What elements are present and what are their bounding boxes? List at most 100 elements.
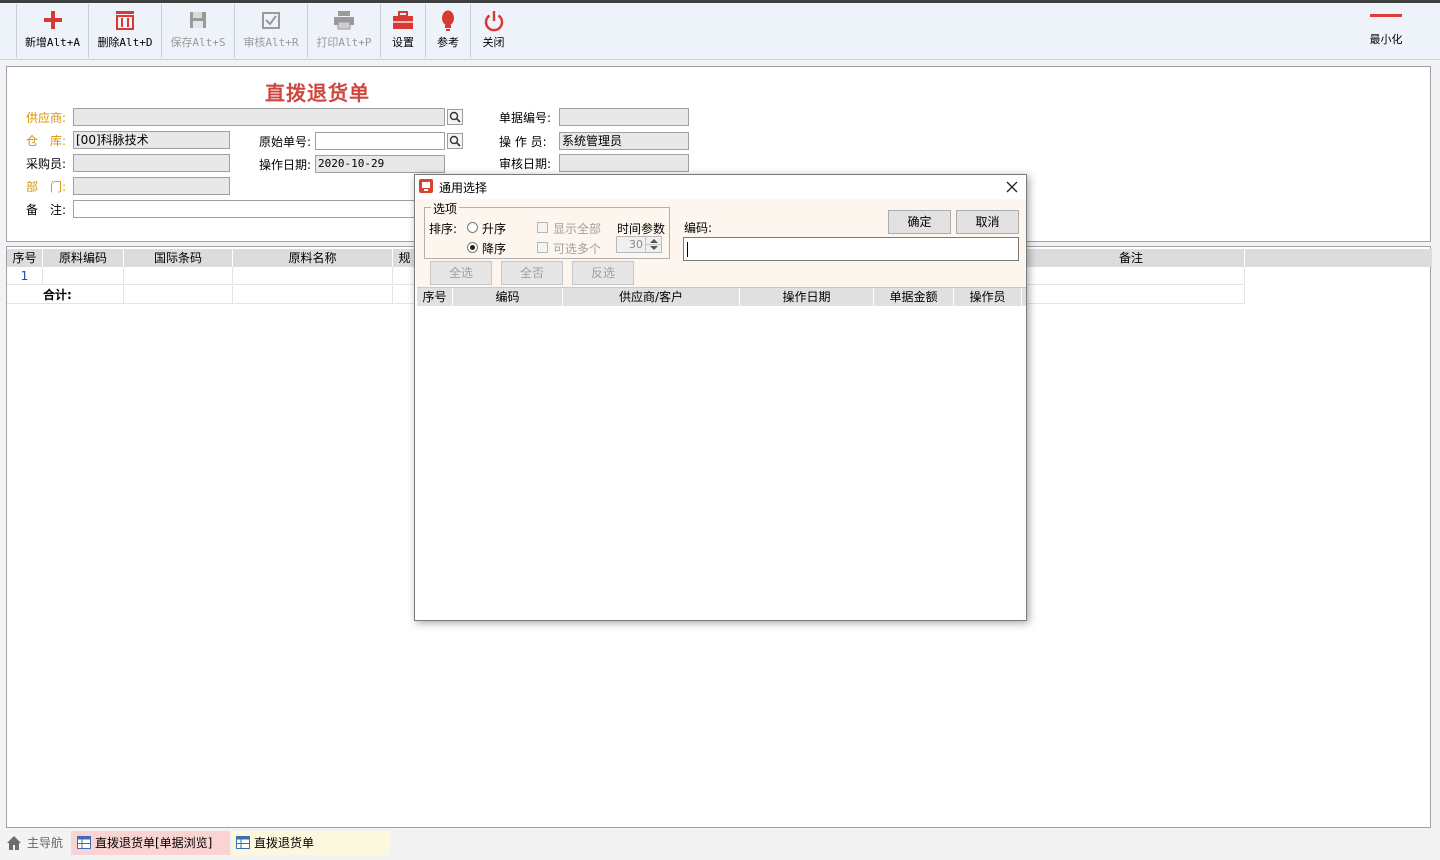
add-button[interactable]: 新增Alt+A	[17, 4, 89, 58]
toolbox-icon	[381, 4, 425, 30]
add-button-label: 新增Alt+A	[24, 36, 81, 49]
approve-button[interactable]: 审核Alt+R	[235, 4, 308, 58]
tab-main-nav[interactable]: 主导航	[4, 831, 70, 855]
dialog-col-operator[interactable]: 操作员	[954, 288, 1022, 306]
dialog-col-code[interactable]: 编码	[453, 288, 563, 306]
total-cell	[124, 286, 233, 304]
tab-main-nav-label: 主导航	[27, 836, 64, 850]
show-all-label: 显示全部	[553, 222, 602, 236]
select-none-button[interactable]: 全否	[501, 261, 563, 285]
print-icon	[308, 4, 380, 30]
dialog-col-amount[interactable]: 单据金额	[874, 288, 954, 306]
supplier-search-icon[interactable]	[447, 109, 463, 125]
supplier-field[interactable]	[73, 108, 445, 126]
select-all-button[interactable]: 全选	[430, 261, 492, 285]
grid-col-barcode[interactable]: 国际条码	[124, 249, 233, 267]
general-select-dialog: 通用选择 选项 排序: 升序 降序 显示全部 可选多个 时间参数 30 编码: …	[414, 174, 1027, 621]
time-param-label: 时间参数	[617, 222, 666, 236]
close-button[interactable]: 关闭	[471, 4, 516, 58]
bulb-icon	[426, 4, 470, 31]
delete-button[interactable]: 删除Alt+D	[89, 4, 162, 58]
audit-date-label: 审核日期:	[499, 157, 552, 171]
code-label: 编码:	[684, 221, 713, 235]
sort-desc-radio[interactable]	[467, 242, 478, 253]
close-icon[interactable]	[1006, 181, 1018, 193]
warehouse-field[interactable]: [00]科脉技术	[73, 131, 230, 149]
dialog-title-bar[interactable]: 通用选择	[415, 175, 1026, 199]
save-button[interactable]: 保存Alt+S	[162, 4, 235, 58]
tab-doc-browse-label: 直拨退货单[单据浏览]	[95, 836, 213, 850]
remark-label: 备 注:	[26, 203, 67, 217]
plus-icon	[17, 4, 88, 30]
grid-col-remark[interactable]: 备注	[1017, 249, 1245, 267]
cell-barcode[interactable]	[124, 267, 233, 285]
grid-col-index[interactable]: 序号	[7, 249, 43, 267]
dialog-grid-header: 序号 编码 供应商/客户 操作日期 单据金额 操作员	[417, 288, 1026, 306]
app-icon	[419, 179, 433, 193]
buyer-field[interactable]	[73, 154, 230, 172]
text-caret	[687, 242, 688, 257]
cancel-button[interactable]: 取消	[956, 210, 1019, 234]
grid-col-material-name[interactable]: 原料名称	[233, 249, 393, 267]
department-field[interactable]	[73, 177, 230, 195]
supplier-label: 供应商:	[26, 111, 67, 125]
remark-field[interactable]	[73, 200, 415, 218]
save-icon	[162, 4, 234, 30]
options-legend: 选项	[431, 200, 460, 217]
multi-select-checkbox[interactable]	[537, 242, 548, 253]
dialog-col-supplier[interactable]: 供应商/客户	[563, 288, 740, 306]
settings-button[interactable]: 设置	[381, 4, 426, 58]
stepper-arrows-icon[interactable]	[645, 237, 662, 252]
save-button-label: 保存Alt+S	[170, 36, 226, 49]
sort-desc-label[interactable]: 降序	[482, 240, 506, 257]
time-param-stepper[interactable]: 30	[616, 236, 662, 253]
original-no-label: 原始单号:	[259, 135, 312, 149]
total-cell	[233, 286, 393, 304]
tab-current-doc[interactable]: 直拨退货单	[232, 831, 390, 855]
dialog-col-op-date[interactable]: 操作日期	[740, 288, 874, 306]
operator-field[interactable]: 系统管理员	[559, 132, 689, 150]
tab-doc-browse[interactable]: 直拨退货单[单据浏览]	[71, 831, 230, 855]
cell-material-name[interactable]	[233, 267, 393, 285]
doc-no-field[interactable]	[559, 108, 689, 126]
invert-selection-button[interactable]: 反选	[572, 261, 634, 285]
operator-label: 操 作 员:	[499, 135, 547, 149]
trash-icon	[89, 4, 161, 30]
dialog-title: 通用选择	[439, 181, 488, 195]
original-no-field[interactable]	[315, 132, 445, 150]
sort-asc-label[interactable]: 升序	[482, 220, 506, 237]
power-icon	[471, 4, 516, 32]
settings-button-label: 设置	[392, 36, 414, 49]
warehouse-label: 仓 库:	[26, 134, 67, 148]
minimize-button[interactable]: 最小化	[1362, 14, 1410, 47]
operation-date-field[interactable]: 2020-10-29	[315, 155, 445, 173]
grid-col-material-code[interactable]: 原料编码	[43, 249, 124, 267]
dialog-options-area: 选项 排序: 升序 降序 显示全部 可选多个 时间参数 30 编码: 确定 取消…	[416, 199, 1026, 287]
time-param-value: 30	[629, 238, 643, 251]
ok-button[interactable]: 确定	[888, 210, 951, 234]
row-index: 1	[7, 267, 43, 285]
code-input[interactable]	[683, 237, 1019, 261]
original-no-search-icon[interactable]	[447, 133, 463, 149]
sort-asc-radio[interactable]	[467, 222, 478, 233]
table-icon	[236, 836, 250, 849]
home-icon	[7, 836, 21, 850]
show-all-checkbox[interactable]	[537, 222, 548, 233]
operation-date-label: 操作日期:	[259, 158, 312, 172]
reference-button[interactable]: 参考	[426, 4, 471, 58]
toolbar: 新增Alt+A 删除Alt+D 保存Alt+S 审核Alt+R 打印Alt+P …	[0, 0, 1440, 60]
cell-material-code[interactable]	[43, 267, 124, 285]
dialog-col-index[interactable]: 序号	[417, 288, 453, 306]
dialog-result-grid[interactable]: 序号 编码 供应商/客户 操作日期 单据金额 操作员	[417, 287, 1026, 620]
window-top-border	[0, 0, 1440, 3]
sort-label: 排序:	[429, 222, 458, 236]
audit-date-field[interactable]	[559, 154, 689, 172]
minimize-label: 最小化	[1369, 33, 1403, 46]
department-label: 部 门:	[26, 180, 67, 194]
multi-select-label: 可选多个	[553, 242, 602, 256]
print-button[interactable]: 打印Alt+P	[308, 4, 381, 58]
doc-no-label: 单据编号:	[499, 111, 552, 125]
delete-button-label: 删除Alt+D	[97, 36, 153, 49]
minimize-icon	[1370, 14, 1402, 17]
approve-button-label: 审核Alt+R	[243, 36, 299, 49]
